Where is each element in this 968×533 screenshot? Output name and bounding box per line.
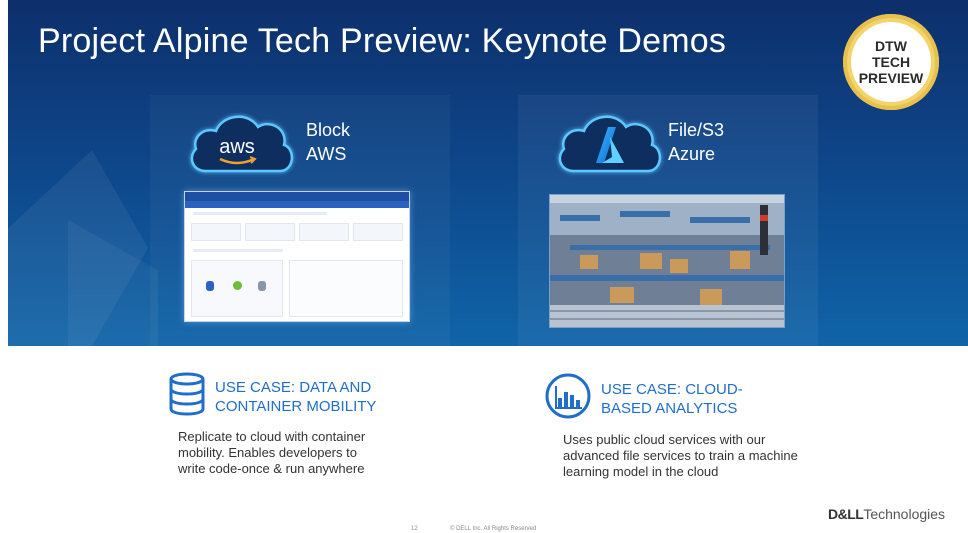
database-icon <box>169 372 205 416</box>
copyright-text: © DELL Inc. All Rights Reserved <box>450 526 537 532</box>
dell-logo-text: Technologies <box>863 506 946 522</box>
badge-line: PREVIEW <box>858 70 924 86</box>
storage-console-screenshot <box>184 191 410 322</box>
analytics-chart-icon <box>545 373 591 419</box>
aws-cloud-icon: aws <box>190 115 293 173</box>
left-label-line: Block <box>306 120 351 140</box>
left-body-line: write code-once & run anywhere <box>178 461 365 476</box>
right-title-line: BASED ANALYTICS <box>601 400 738 417</box>
left-use-case-description: Replicate to cloud with container mobili… <box>178 429 365 477</box>
left-title-line: USE CASE: DATA AND <box>215 379 372 396</box>
left-title-line: CONTAINER MOBILITY <box>215 398 377 415</box>
left-body-line: Replicate to cloud with container <box>178 429 366 444</box>
right-body-line: advanced file services to train a machin… <box>563 448 798 463</box>
slide-title: Project Alpine Tech Preview: Keynote Dem… <box>38 22 727 60</box>
badge-line: DTW <box>875 38 907 54</box>
left-use-case-title: USE CASE: DATA AND CONTAINER MOBILITY <box>215 378 376 416</box>
tech-preview-badge: DTW TECH PREVIEW <box>843 14 939 110</box>
left-cloud-label: Block AWS <box>306 118 350 166</box>
dell-logo-bold: D&LL <box>828 506 864 522</box>
right-label-line: Azure <box>668 144 716 164</box>
right-use-case-description: Uses public cloud services with our adva… <box>563 432 798 480</box>
azure-cloud-icon <box>558 115 661 173</box>
right-use-case-title: USE CASE: CLOUD- BASED ANALYTICS <box>601 380 743 418</box>
factory-photo <box>549 194 785 328</box>
right-cloud-label: File/S3 Azure <box>668 118 724 166</box>
dell-technologies-logo: D&LLTechnologies <box>828 506 945 522</box>
badge-line: TECH <box>871 54 911 70</box>
left-body-line: mobility. Enables developers to <box>178 445 357 460</box>
right-label-line: File/S3 <box>668 120 725 140</box>
right-body-line: learning model in the cloud <box>563 464 719 479</box>
page-number: 12 <box>411 526 418 532</box>
aws-logo-text: aws <box>219 136 255 158</box>
left-label-line: AWS <box>306 144 347 164</box>
right-body-line: Uses public cloud services with our <box>563 432 766 447</box>
right-title-line: USE CASE: CLOUD- <box>601 381 743 398</box>
